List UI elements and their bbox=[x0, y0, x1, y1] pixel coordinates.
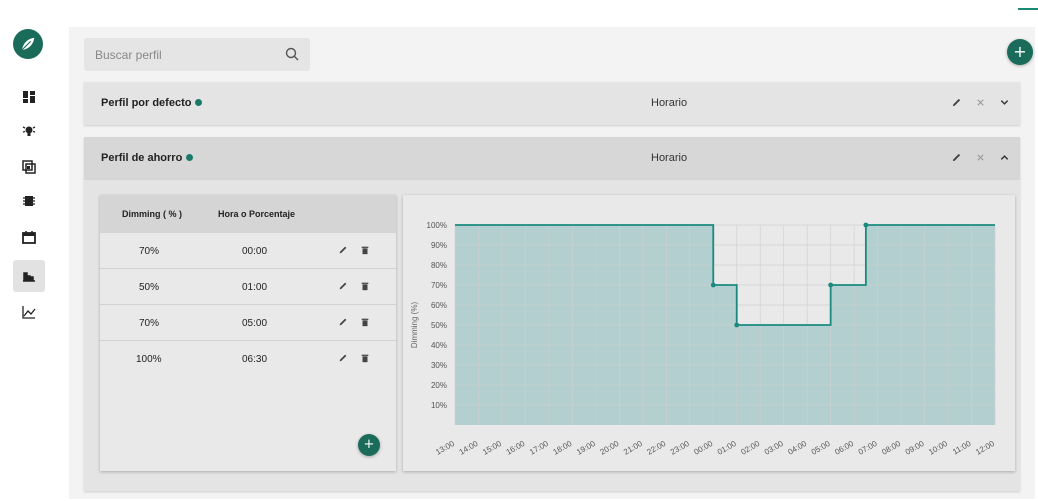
row-actions bbox=[950, 95, 1010, 109]
x-tick-label: 17:00 bbox=[528, 439, 550, 457]
search-icon[interactable] bbox=[284, 46, 300, 62]
cell-hora: 06:30 bbox=[242, 354, 268, 365]
x-tick-label: 09:00 bbox=[904, 439, 926, 457]
top-accent-line bbox=[1018, 8, 1038, 10]
profile-row-default[interactable]: Perfil por defecto Horario bbox=[84, 82, 1020, 125]
cell-dimming: 100% bbox=[136, 354, 162, 365]
edit-icon[interactable] bbox=[338, 281, 348, 291]
chart-svg: 10% 20% 30% 40% 50% 60% 70% 80% 90% 100% Dimming (… bbox=[410, 221, 996, 457]
data-point bbox=[710, 282, 716, 288]
table-header: Dimming ( % ) Hora o Porcentaje bbox=[100, 195, 396, 233]
data-point bbox=[734, 322, 740, 328]
status-dot bbox=[195, 99, 203, 106]
x-tick-label: 13:00 bbox=[434, 439, 456, 457]
app-root: Buscar perfil + Perfil por defecto Horar… bbox=[0, 0, 1038, 501]
x-tick-label: 20:00 bbox=[599, 439, 621, 457]
left-rail bbox=[0, 0, 60, 501]
chevron-up-icon[interactable] bbox=[998, 150, 1010, 164]
profile-type: Horario bbox=[651, 152, 688, 164]
x-tick-label: 14:00 bbox=[458, 439, 480, 457]
delete-icon[interactable] bbox=[360, 281, 370, 291]
lights-icon[interactable] bbox=[13, 115, 45, 147]
delete-icon[interactable] bbox=[360, 353, 370, 363]
x-tick-label: 07:00 bbox=[857, 439, 879, 457]
x-tick-label: 22:00 bbox=[645, 439, 667, 457]
x-tick-label: 15:00 bbox=[481, 439, 503, 457]
x-tick-label: 10:00 bbox=[927, 439, 949, 457]
dimming-chart: 10% 20% 30% 40% 50% 60% 70% 80% 90% 100% Dimming (… bbox=[403, 195, 1015, 471]
edit-icon[interactable] bbox=[950, 95, 962, 109]
y-tick-label: 50% bbox=[431, 321, 447, 330]
profile-row-ahorro[interactable]: Perfil de ahorro Horario bbox=[84, 137, 1020, 180]
dimming-table: Dimming ( % ) Hora o Porcentaje 70% 00:0… bbox=[100, 195, 396, 471]
x-tick-label: 16:00 bbox=[505, 439, 527, 457]
profile-name: Perfil por defecto bbox=[101, 97, 192, 109]
y-tick-label: 80% bbox=[431, 261, 447, 270]
cell-dimming: 70% bbox=[139, 318, 160, 329]
x-tick-label: 02:00 bbox=[739, 439, 761, 457]
x-tick-label: 06:00 bbox=[833, 439, 855, 457]
schedule-icon[interactable] bbox=[13, 150, 45, 182]
profile-type: Horario bbox=[651, 97, 688, 109]
table-row[interactable]: 100% 06:30 bbox=[100, 341, 396, 377]
close-icon[interactable] bbox=[974, 150, 986, 164]
col-header-hora: Hora o Porcentaje bbox=[218, 209, 296, 219]
delete-icon[interactable] bbox=[360, 245, 370, 255]
profile-detail-panel: Dimming ( % ) Hora o Porcentaje 70% 00:0… bbox=[84, 180, 1020, 491]
x-tick-label: 19:00 bbox=[575, 439, 597, 457]
x-tick-label: 21:00 bbox=[622, 439, 644, 457]
edit-icon[interactable] bbox=[338, 353, 348, 363]
status-dot bbox=[186, 154, 194, 161]
cell-dimming: 70% bbox=[139, 246, 160, 257]
stats-icon[interactable] bbox=[13, 296, 45, 328]
chevron-down-icon[interactable] bbox=[998, 95, 1010, 109]
data-point bbox=[828, 282, 834, 288]
y-tick-label: 40% bbox=[431, 341, 447, 350]
edit-icon[interactable] bbox=[338, 317, 348, 327]
y-tick-label: 70% bbox=[431, 281, 447, 290]
x-tick-label: 00:00 bbox=[692, 439, 714, 457]
y-tick-label: 90% bbox=[431, 241, 447, 250]
edit-icon[interactable] bbox=[950, 150, 962, 164]
add-profile-button[interactable]: + bbox=[1007, 39, 1033, 65]
y-tick-label: 20% bbox=[431, 381, 447, 390]
main-panel: Buscar perfil + Perfil por defecto Horar… bbox=[69, 27, 1035, 499]
search-box[interactable]: Buscar perfil bbox=[84, 38, 310, 71]
row-actions bbox=[950, 150, 1010, 164]
calendar-icon[interactable] bbox=[13, 221, 45, 253]
profiles-icon[interactable] bbox=[13, 260, 45, 292]
devices-icon[interactable] bbox=[13, 185, 45, 217]
x-tick-label: 12:00 bbox=[974, 439, 996, 457]
close-icon[interactable] bbox=[974, 95, 986, 109]
edit-icon[interactable] bbox=[338, 245, 348, 255]
leaf-logo-icon[interactable] bbox=[13, 29, 43, 59]
col-header-dimming: Dimming ( % ) bbox=[122, 209, 182, 219]
x-tick-label: 18:00 bbox=[552, 439, 574, 457]
x-tick-label: 03:00 bbox=[763, 439, 785, 457]
table-row[interactable]: 50% 01:00 bbox=[100, 269, 396, 305]
y-tick-label: 60% bbox=[431, 301, 447, 310]
y-tick-label: 30% bbox=[431, 361, 447, 370]
dashboard-icon[interactable] bbox=[13, 81, 45, 113]
delete-icon[interactable] bbox=[360, 317, 370, 327]
data-point bbox=[863, 222, 869, 228]
table-row[interactable]: 70% 05:00 bbox=[100, 305, 396, 341]
cell-dimming: 50% bbox=[139, 282, 160, 293]
y-axis-label: Dimming (%) bbox=[410, 302, 419, 349]
x-tick-label: 05:00 bbox=[810, 439, 832, 457]
x-tick-label: 23:00 bbox=[669, 439, 691, 457]
table-row[interactable]: 70% 00:00 bbox=[100, 233, 396, 269]
y-tick-label: 10% bbox=[431, 401, 447, 410]
x-tick-label: 04:00 bbox=[786, 439, 808, 457]
profile-name: Perfil de ahorro bbox=[101, 152, 183, 164]
x-tick-label: 11:00 bbox=[951, 439, 973, 457]
x-tick-label: 01:00 bbox=[716, 439, 738, 457]
cell-hora: 00:00 bbox=[242, 246, 268, 257]
cell-hora: 05:00 bbox=[242, 318, 268, 329]
cell-hora: 01:00 bbox=[242, 282, 268, 293]
y-tick-label: 100% bbox=[427, 221, 447, 230]
add-row-button[interactable]: + bbox=[358, 434, 380, 456]
search-input[interactable]: Buscar perfil bbox=[95, 48, 162, 62]
x-tick-label: 08:00 bbox=[880, 439, 902, 457]
